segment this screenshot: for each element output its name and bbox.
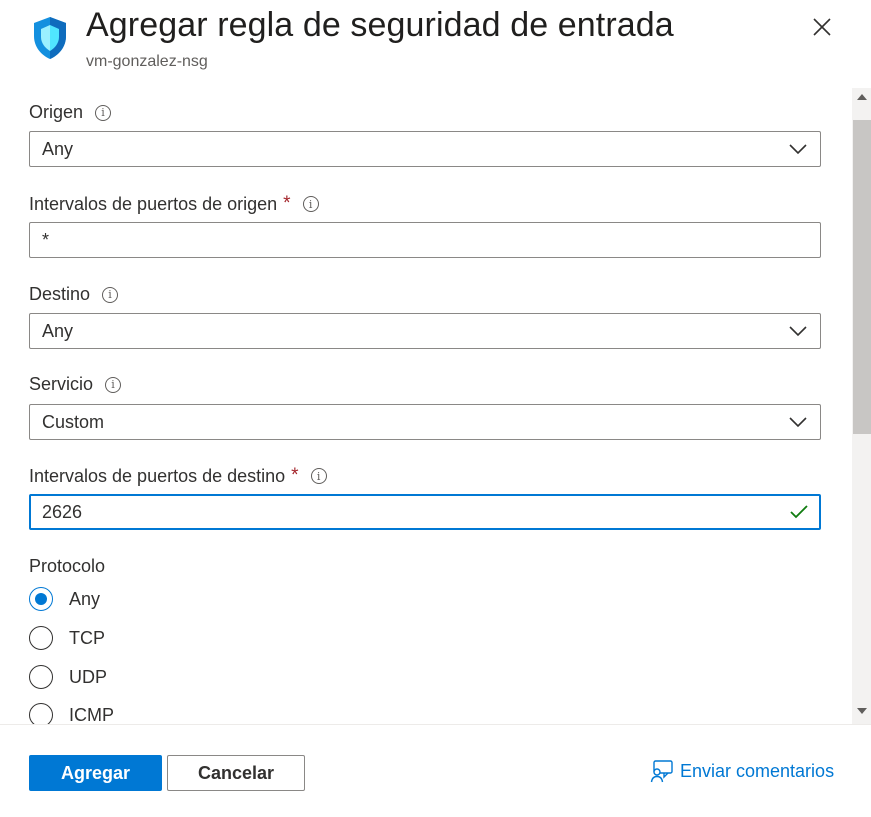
radio-button[interactable] bbox=[29, 665, 53, 689]
info-icon[interactable]: i bbox=[105, 376, 122, 393]
protocolo-option-label: Any bbox=[69, 588, 101, 609]
servicio-dropdown[interactable]: Custom bbox=[29, 404, 821, 440]
info-icon[interactable]: i bbox=[310, 468, 327, 484]
puertos-destino-label: Intervalos de puertos de destino * i bbox=[29, 465, 327, 487]
puertos-origen-label: Intervalos de puertos de origen * i bbox=[29, 193, 319, 215]
destino-dropdown[interactable]: Any bbox=[29, 313, 821, 349]
protocolo-option-label: ICMP bbox=[69, 704, 114, 725]
feedback-icon bbox=[650, 760, 673, 783]
origen-label: Origen i bbox=[29, 102, 112, 123]
protocolo-option-icmp[interactable]: ICMP bbox=[29, 703, 114, 724]
info-icon[interactable]: i bbox=[95, 104, 112, 121]
panel-title: Agregar regla de seguridad de entrada bbox=[86, 6, 674, 44]
destino-value: Any bbox=[42, 320, 74, 341]
close-icon[interactable] bbox=[807, 12, 837, 42]
info-icon[interactable]: i bbox=[302, 196, 319, 212]
feedback-link[interactable]: Enviar comentarios bbox=[650, 759, 834, 783]
scroll-up-arrow-icon[interactable] bbox=[852, 88, 871, 106]
panel-subtitle: vm-gonzalez-nsg bbox=[86, 53, 208, 70]
protocolo-label: Protocolo bbox=[29, 556, 105, 577]
radio-button[interactable] bbox=[29, 626, 53, 650]
panel-header: Agregar regla de seguridad de entrada vm… bbox=[0, 0, 871, 88]
required-marker: * bbox=[291, 465, 299, 486]
servicio-label-text: Servicio bbox=[29, 374, 94, 394]
chevron-down-icon bbox=[789, 417, 807, 428]
required-marker: * bbox=[283, 193, 291, 214]
servicio-value: Custom bbox=[42, 411, 105, 432]
chevron-down-icon bbox=[789, 326, 807, 337]
form-scroll-area[interactable]: Origen i Any Intervalos de puertos de or… bbox=[0, 88, 851, 724]
radio-button-checked[interactable] bbox=[29, 587, 53, 611]
scrollbar-thumb[interactable] bbox=[853, 120, 871, 434]
puertos-origen-input[interactable]: * bbox=[29, 222, 821, 258]
feedback-label: Enviar comentarios bbox=[680, 760, 835, 781]
protocolo-option-label: TCP bbox=[69, 627, 105, 648]
add-button[interactable]: Agregar bbox=[29, 755, 162, 791]
panel-footer: Agregar Cancelar Enviar comentarios bbox=[0, 724, 871, 817]
cancel-button[interactable]: Cancelar bbox=[167, 755, 305, 791]
info-icon[interactable]: i bbox=[102, 286, 119, 303]
radio-button[interactable] bbox=[29, 703, 53, 724]
protocolo-option-tcp[interactable]: TCP bbox=[29, 626, 105, 650]
protocolo-option-label: UDP bbox=[69, 666, 108, 687]
origen-dropdown[interactable]: Any bbox=[29, 131, 821, 167]
chevron-down-icon bbox=[789, 144, 807, 155]
puertos-destino-input[interactable]: 2626 bbox=[29, 494, 821, 530]
protocolo-label-text: Protocolo bbox=[29, 556, 106, 576]
servicio-label: Servicio i bbox=[29, 374, 122, 395]
protocolo-option-udp[interactable]: UDP bbox=[29, 665, 107, 689]
puertos-origen-value: * bbox=[42, 229, 50, 250]
scroll-down-arrow-icon[interactable] bbox=[852, 702, 871, 720]
puertos-origen-label-text: Intervalos de puertos de origen bbox=[29, 193, 278, 214]
protocolo-option-any[interactable]: Any bbox=[29, 587, 100, 611]
checkmark-icon bbox=[790, 505, 808, 519]
origen-label-text: Origen bbox=[29, 102, 84, 122]
puertos-destino-value: 2626 bbox=[42, 501, 83, 522]
origen-value: Any bbox=[42, 138, 74, 159]
shield-icon bbox=[34, 17, 66, 59]
vertical-scrollbar[interactable] bbox=[852, 88, 871, 724]
puertos-destino-label-text: Intervalos de puertos de destino bbox=[29, 465, 286, 486]
destino-label-text: Destino bbox=[29, 284, 91, 304]
destino-label: Destino i bbox=[29, 284, 119, 305]
